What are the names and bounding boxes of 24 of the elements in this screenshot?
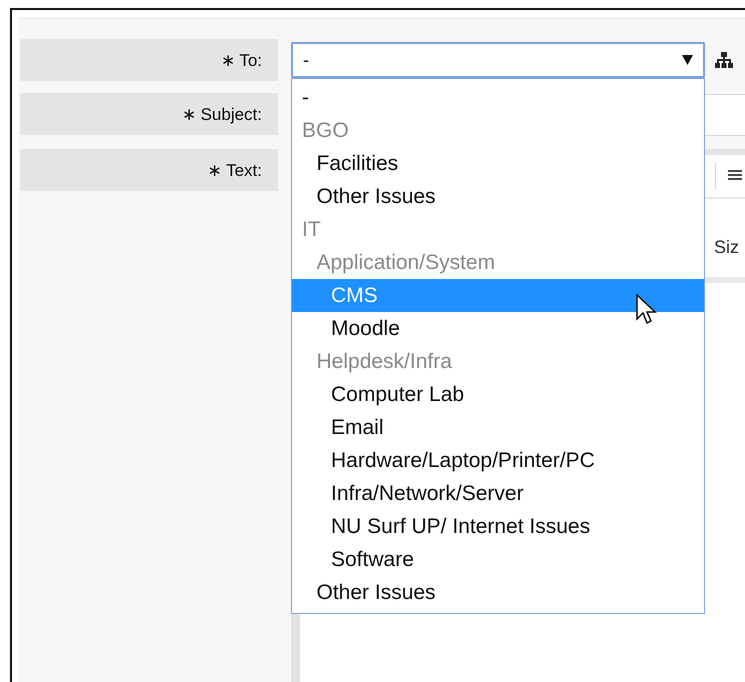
dropdown-option[interactable]: - bbox=[292, 81, 704, 114]
field-label: ∗ To: bbox=[20, 39, 278, 81]
to-select[interactable]: - bbox=[291, 42, 705, 78]
dropdown-option[interactable]: Moodle bbox=[292, 312, 704, 345]
dropdown-option[interactable]: Hardware/Laptop/Printer/PC bbox=[292, 444, 704, 477]
option-group-label: IT bbox=[301, 217, 322, 243]
hierarchy-icon[interactable] bbox=[715, 52, 733, 68]
align-icon[interactable] bbox=[728, 169, 742, 183]
option-group-label: Helpdesk/Infra bbox=[316, 349, 453, 375]
option-group-label: BGO bbox=[301, 118, 350, 144]
field-label: ∗ Subject: bbox=[20, 93, 278, 135]
dropdown-option[interactable]: Infra/Network/Server bbox=[292, 477, 704, 510]
field-label: ∗ Text: bbox=[20, 149, 278, 191]
dropdown-option[interactable]: Email bbox=[292, 411, 704, 444]
dropdown-option[interactable]: Other Issues bbox=[292, 576, 704, 609]
dropdown-option[interactable]: Facilities bbox=[292, 147, 704, 180]
mouse-pointer-icon bbox=[636, 294, 658, 326]
size-dropdown[interactable]: Siz bbox=[714, 236, 740, 258]
dropdown-option[interactable]: NU Surf UP/ Internet Issues bbox=[292, 510, 704, 543]
option-group-label: Application/System bbox=[316, 250, 496, 276]
dropdown-option[interactable]: Computer Lab bbox=[292, 378, 704, 411]
dropdown-option[interactable]: Software bbox=[292, 543, 704, 576]
dropdown-arrow-icon bbox=[682, 55, 693, 65]
dropdown-option[interactable]: Other Issues bbox=[292, 180, 704, 213]
